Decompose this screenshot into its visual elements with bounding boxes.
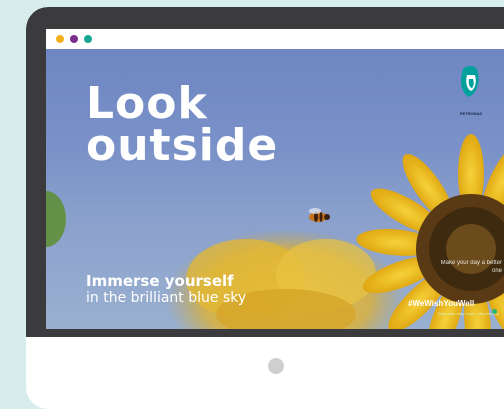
subheadline-light: in the brilliant blue sky	[86, 290, 247, 306]
purple-window-dot[interactable]	[70, 35, 78, 43]
monitor-screen: Look outside PETRONAS Immerse yourself i…	[46, 29, 504, 329]
yellow-window-dot[interactable]	[56, 35, 64, 43]
petronas-logo-icon	[461, 66, 479, 97]
leaf-left-icon	[46, 191, 66, 247]
brand-name: PETRONAS	[459, 111, 483, 116]
green-accent-dot	[492, 309, 497, 314]
power-button-icon[interactable]	[268, 358, 284, 374]
side-note: Make your day a better one	[440, 260, 502, 274]
bee-icon	[309, 208, 330, 222]
subheadline-bold: Immerse yourself	[86, 272, 234, 290]
campaign-hashtag: #WeWishYouWell	[408, 299, 475, 308]
headline-line-1: Look	[86, 78, 208, 129]
campaign-tagline: Stay safe, stay home, stay healthy	[438, 311, 499, 316]
monitor-frame: Look outside PETRONAS Immerse yourself i…	[26, 7, 504, 409]
headline: Look outside	[86, 78, 279, 171]
teal-window-dot[interactable]	[84, 35, 92, 43]
headline-line-2: outside	[86, 120, 279, 171]
advertisement-banner: Look outside PETRONAS Immerse yourself i…	[46, 49, 504, 329]
monitor-chin	[26, 337, 504, 409]
window-titlebar	[46, 29, 504, 49]
